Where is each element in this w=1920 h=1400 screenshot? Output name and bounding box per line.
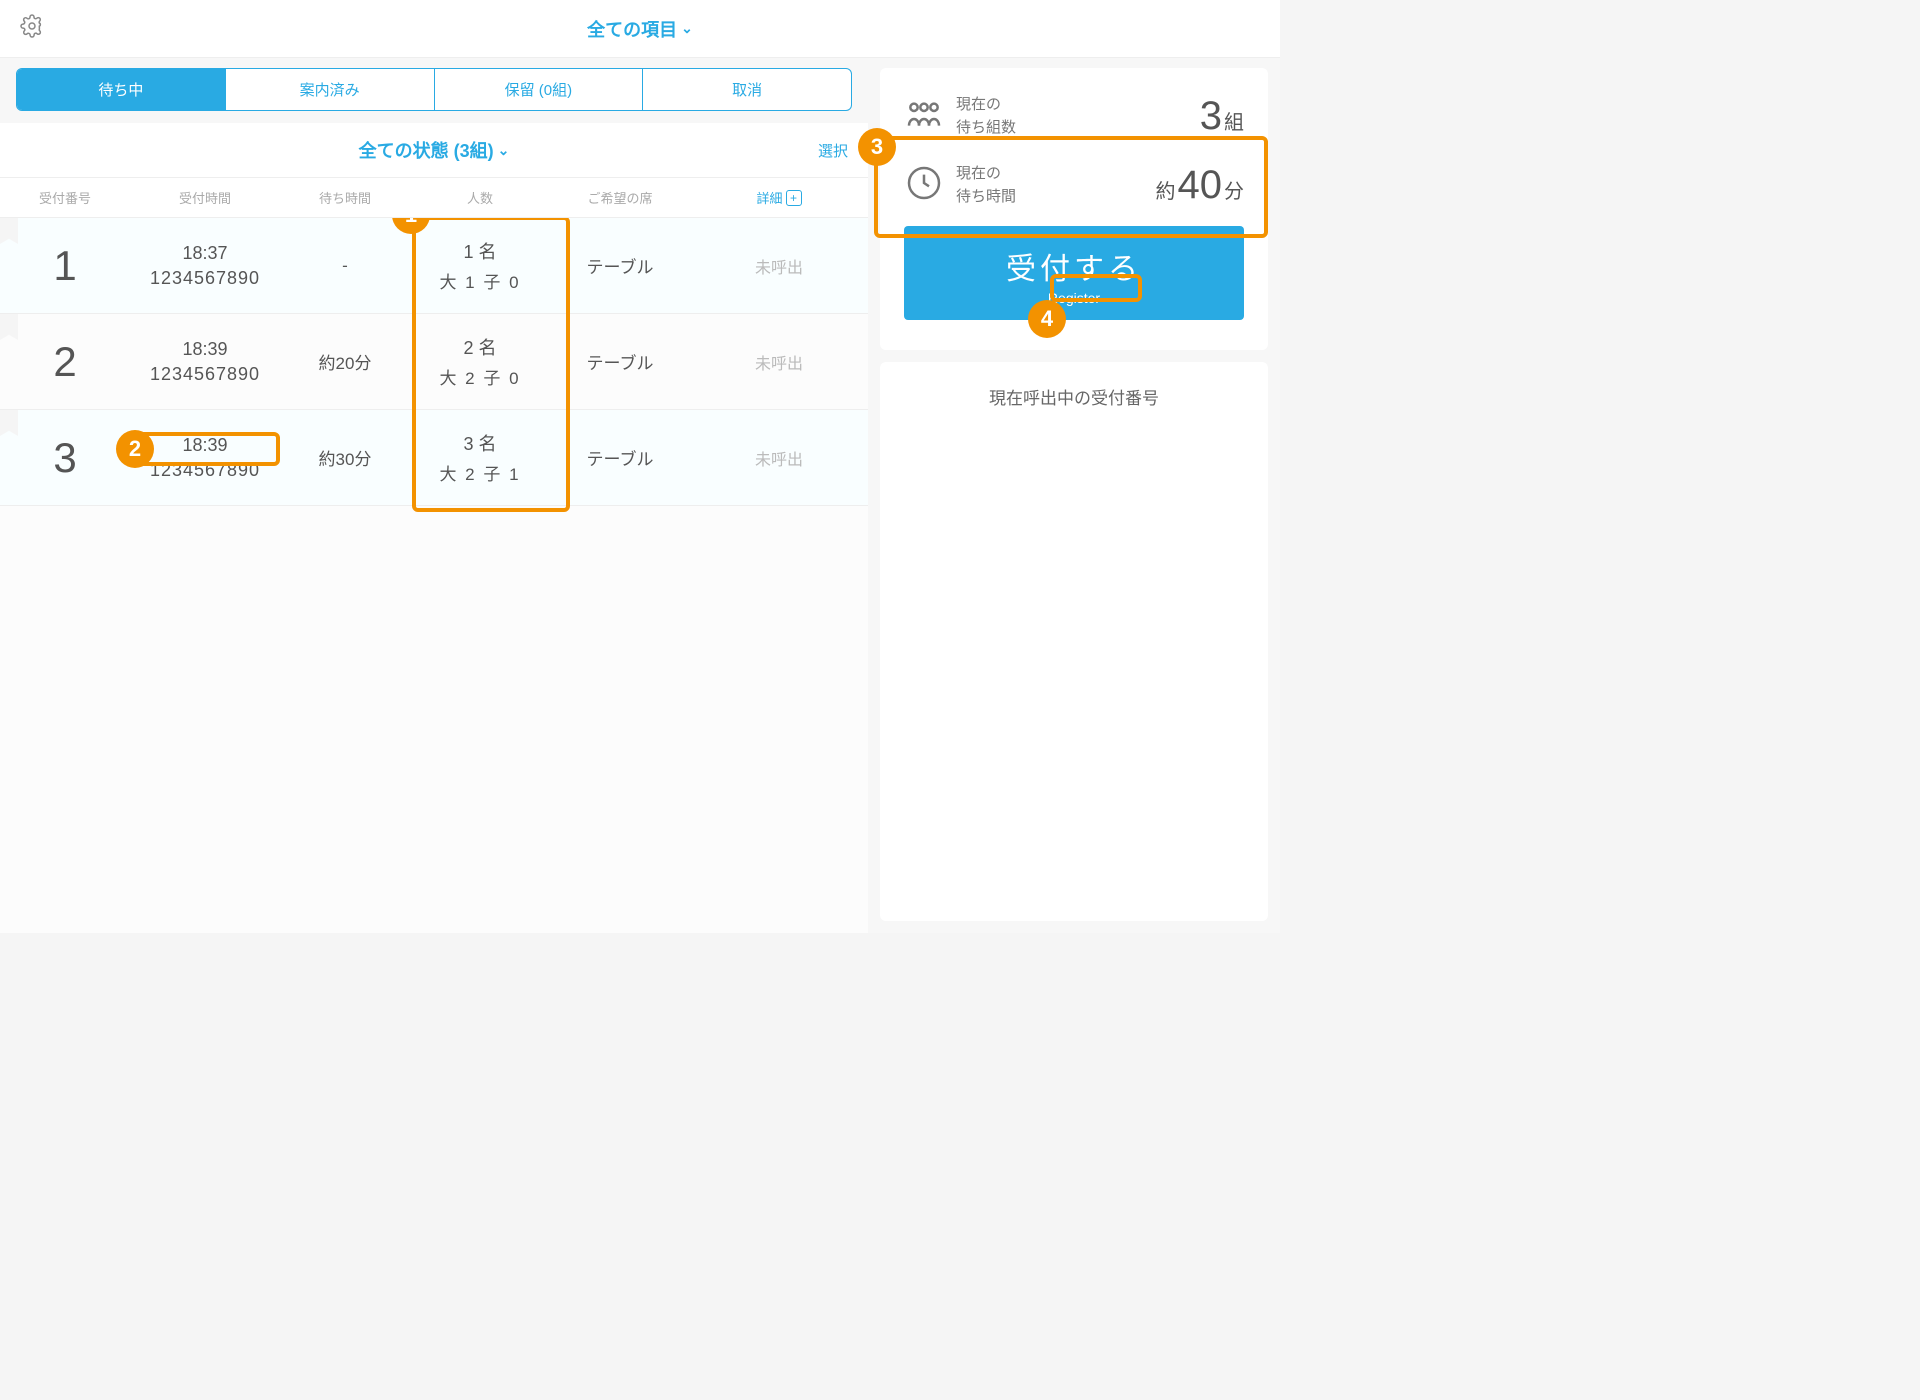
row-people-detail: 大 2 子 0 bbox=[410, 364, 550, 389]
col-detail: 詳細 + bbox=[690, 188, 868, 207]
register-label-en: Register bbox=[904, 290, 1244, 306]
stat-wait-time: 現在の 待ち時間 約 40 分 bbox=[904, 153, 1244, 222]
filter-row: 全ての状態 (3組) ⌄ 選択 bbox=[0, 123, 868, 178]
row-number: 2 bbox=[53, 338, 76, 385]
row-phone: 1234567890 bbox=[130, 268, 280, 289]
table-row[interactable]: 1 18:37 1234567890 - 1 名 大 1 子 0 テーブル 未呼… bbox=[0, 218, 868, 314]
row-status: 未呼出 bbox=[755, 356, 803, 373]
row-phone: 1234567890 bbox=[130, 460, 280, 481]
row-phone: 1234567890 bbox=[130, 364, 280, 385]
col-number: 受付番号 bbox=[0, 188, 130, 207]
group-count-value: 3 bbox=[1200, 94, 1222, 139]
detail-toggle[interactable]: 詳細 + bbox=[756, 188, 801, 207]
tab-waiting[interactable]: 待ち中 bbox=[17, 69, 226, 110]
calling-card: 現在呼出中の受付番号 bbox=[880, 362, 1268, 921]
table-row[interactable]: 2 18:39 1234567890 約20分 2 名 大 2 子 0 テーブル… bbox=[0, 314, 868, 410]
status-tabs: 待ち中 案内済み 保留 (0組) 取消 bbox=[16, 68, 852, 111]
topbar-title-label: 全ての項目 bbox=[587, 16, 677, 42]
stat-group-count: 現在の 待ち組数 3 組 bbox=[904, 84, 1244, 153]
row-wait: - bbox=[342, 256, 348, 275]
row-people: 3 名 bbox=[410, 430, 550, 456]
register-label-jp: 受付する bbox=[904, 244, 1244, 288]
row-wait: 約20分 bbox=[319, 354, 372, 373]
waiting-list: 1 18:37 1234567890 - 1 名 大 1 子 0 テーブル 未呼… bbox=[0, 218, 868, 933]
row-time: 18:37 bbox=[130, 243, 280, 264]
annotation-badge-2: 2 bbox=[116, 430, 154, 468]
row-seat: テーブル bbox=[587, 354, 654, 373]
row-people-detail: 大 1 子 0 bbox=[410, 268, 550, 293]
row-people: 2 名 bbox=[410, 334, 550, 360]
topbar-title-dropdown[interactable]: 全ての項目 ⌄ bbox=[587, 16, 693, 42]
filter-dropdown[interactable]: 全ての状態 (3組) ⌄ bbox=[359, 137, 510, 163]
row-people-detail: 大 2 子 1 bbox=[410, 460, 550, 485]
row-number: 3 bbox=[53, 434, 76, 481]
row-people: 1 名 bbox=[410, 238, 550, 264]
tab-hold[interactable]: 保留 (0組) bbox=[435, 69, 644, 110]
annotation-badge-4: 4 bbox=[1028, 300, 1066, 338]
row-wait: 約30分 bbox=[319, 450, 372, 469]
stats-card: 現在の 待ち組数 3 組 bbox=[880, 68, 1268, 350]
row-seat: テーブル bbox=[587, 258, 654, 277]
chevron-down-icon: ⌄ bbox=[498, 142, 510, 159]
tab-guided[interactable]: 案内済み bbox=[226, 69, 435, 110]
left-pane: 待ち中 案内済み 保留 (0組) 取消 全ての状態 (3組) ⌄ 選択 受付番号… bbox=[0, 58, 868, 933]
wait-time-value: 40 bbox=[1178, 163, 1223, 208]
annotation-badge-3: 3 bbox=[858, 128, 896, 166]
col-people: 人数 bbox=[410, 188, 550, 207]
bookmark-icon bbox=[0, 314, 18, 340]
row-number: 1 bbox=[53, 242, 76, 289]
register-button[interactable]: 受付する Register 4 bbox=[904, 226, 1244, 320]
row-status: 未呼出 bbox=[755, 452, 803, 469]
col-seat: ご希望の席 bbox=[550, 188, 690, 207]
clock-icon bbox=[904, 163, 956, 208]
col-wait: 待ち時間 bbox=[280, 188, 410, 207]
filter-label: 全ての状態 (3組) bbox=[359, 137, 494, 163]
row-time: 18:39 bbox=[130, 339, 280, 360]
chevron-down-icon: ⌄ bbox=[681, 20, 693, 37]
row-status: 未呼出 bbox=[755, 260, 803, 277]
right-pane: 現在の 待ち組数 3 組 bbox=[880, 58, 1280, 933]
col-time: 受付時間 bbox=[130, 188, 280, 207]
gear-icon[interactable] bbox=[20, 14, 44, 43]
select-button[interactable]: 選択 bbox=[818, 140, 848, 161]
tab-cancel[interactable]: 取消 bbox=[643, 69, 851, 110]
topbar: 全ての項目 ⌄ bbox=[0, 0, 1280, 58]
bookmark-icon bbox=[0, 410, 18, 436]
plus-icon: + bbox=[786, 190, 802, 206]
row-seat: テーブル bbox=[587, 450, 654, 469]
table-header: 受付番号 受付時間 待ち時間 人数 ご希望の席 詳細 + bbox=[0, 178, 868, 218]
people-group-icon bbox=[904, 94, 956, 139]
bookmark-icon bbox=[0, 218, 18, 244]
calling-title: 現在呼出中の受付番号 bbox=[904, 384, 1244, 409]
